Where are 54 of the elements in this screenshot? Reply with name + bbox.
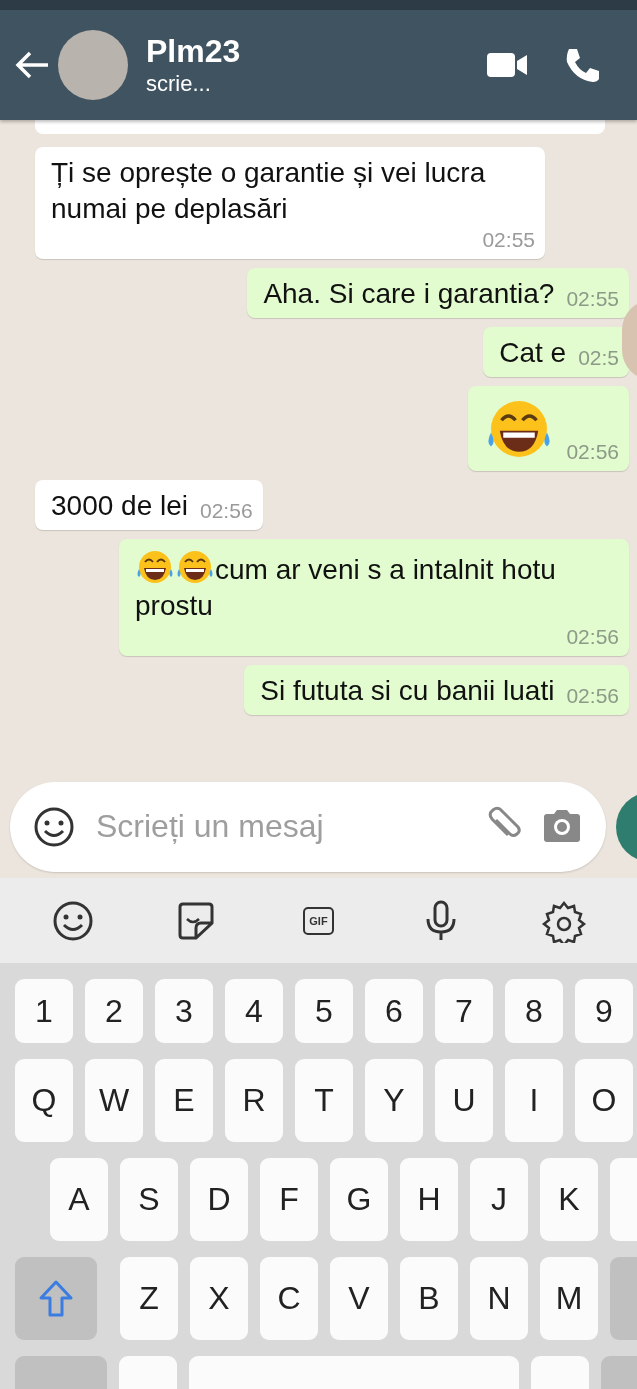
message-time: 02:56 — [566, 624, 619, 650]
keyboard-key[interactable]: M — [540, 1257, 598, 1340]
keyboard-key[interactable]: 6 — [365, 979, 423, 1043]
keyboard-key[interactable]: 9 — [575, 979, 633, 1043]
message-time: 02:56 — [566, 683, 619, 709]
keyboard-key[interactable]: C — [260, 1257, 318, 1340]
message-text: Ți se oprește o garantie și vei lucra numai pe deplasări — [51, 156, 487, 226]
message-text: 3000 de lei — [51, 489, 188, 523]
keyboard-key[interactable]: 2 — [85, 979, 143, 1043]
message-input[interactable]: Scrieți un mesaj — [10, 781, 606, 872]
typing-status: scrie... — [146, 70, 212, 98]
message-input-text[interactable]: Scrieți un mesaj — [94, 807, 460, 846]
keyboard-key[interactable]: Q — [15, 1059, 73, 1142]
keyboard-key[interactable]: Z — [120, 1257, 178, 1340]
keyboard-key[interactable]: G — [330, 1158, 388, 1241]
keyboard-key[interactable]: E — [155, 1059, 213, 1142]
keyboard-key[interactable]: 1 — [15, 979, 73, 1043]
keyboard-key[interactable]: X — [190, 1257, 248, 1340]
keyboard-key[interactable]: T — [295, 1059, 353, 1142]
keyboard-key[interactable]: U — [435, 1059, 493, 1142]
shift-key[interactable] — [15, 1257, 97, 1340]
contact-name[interactable]: Plm23 — [146, 32, 485, 70]
message-time: 02:56 — [566, 439, 619, 465]
keyboard-key[interactable]: J — [470, 1158, 528, 1241]
message-time: 02:5 — [578, 345, 619, 371]
shift-arrow-icon — [38, 1278, 74, 1319]
keyboard-key[interactable]: N — [470, 1257, 528, 1340]
keyboard-key[interactable]: I — [505, 1059, 563, 1142]
message-time: 02:55 — [566, 286, 619, 312]
keyboard-key[interactable]: K — [540, 1158, 598, 1241]
keyboard-key[interactable]: Y — [365, 1059, 423, 1142]
message-text: Cat e — [499, 336, 567, 370]
message-time: 02:55 — [482, 227, 535, 253]
keyboard-key[interactable]: W — [85, 1059, 143, 1142]
keyboard-key[interactable]: V — [330, 1257, 388, 1340]
message-text: cum ar veni s a intalnit hotu prostu — [135, 547, 619, 624]
keyboard-key[interactable]: A — [50, 1158, 108, 1241]
message-text: Si fututa si cu banii luati — [260, 674, 555, 708]
keyboard-key[interactable]: O — [575, 1059, 633, 1142]
keyboard-key[interactable]: D — [190, 1158, 248, 1241]
keyboard-key[interactable]: B — [400, 1257, 458, 1340]
keyboard-key[interactable]: 4 — [225, 979, 283, 1043]
back-arrow-icon[interactable] — [14, 50, 50, 80]
message-text: Aha. Si care i garantia? — [263, 277, 555, 311]
keyboard-key[interactable]: 7 — [435, 979, 493, 1043]
keyboard-key[interactable]: S — [120, 1158, 178, 1241]
keyboard-key[interactable]: 3 — [155, 979, 213, 1043]
keyboard-key[interactable]: H — [400, 1158, 458, 1241]
keyboard-key[interactable]: 5 — [295, 979, 353, 1043]
keyboard-key[interactable]: 8 — [505, 979, 563, 1043]
keyboard-key[interactable]: F — [260, 1158, 318, 1241]
keyboard-key[interactable]: R — [225, 1059, 283, 1142]
gif-button[interactable]: GIF — [303, 906, 334, 935]
message-time: 02:56 — [200, 498, 253, 524]
